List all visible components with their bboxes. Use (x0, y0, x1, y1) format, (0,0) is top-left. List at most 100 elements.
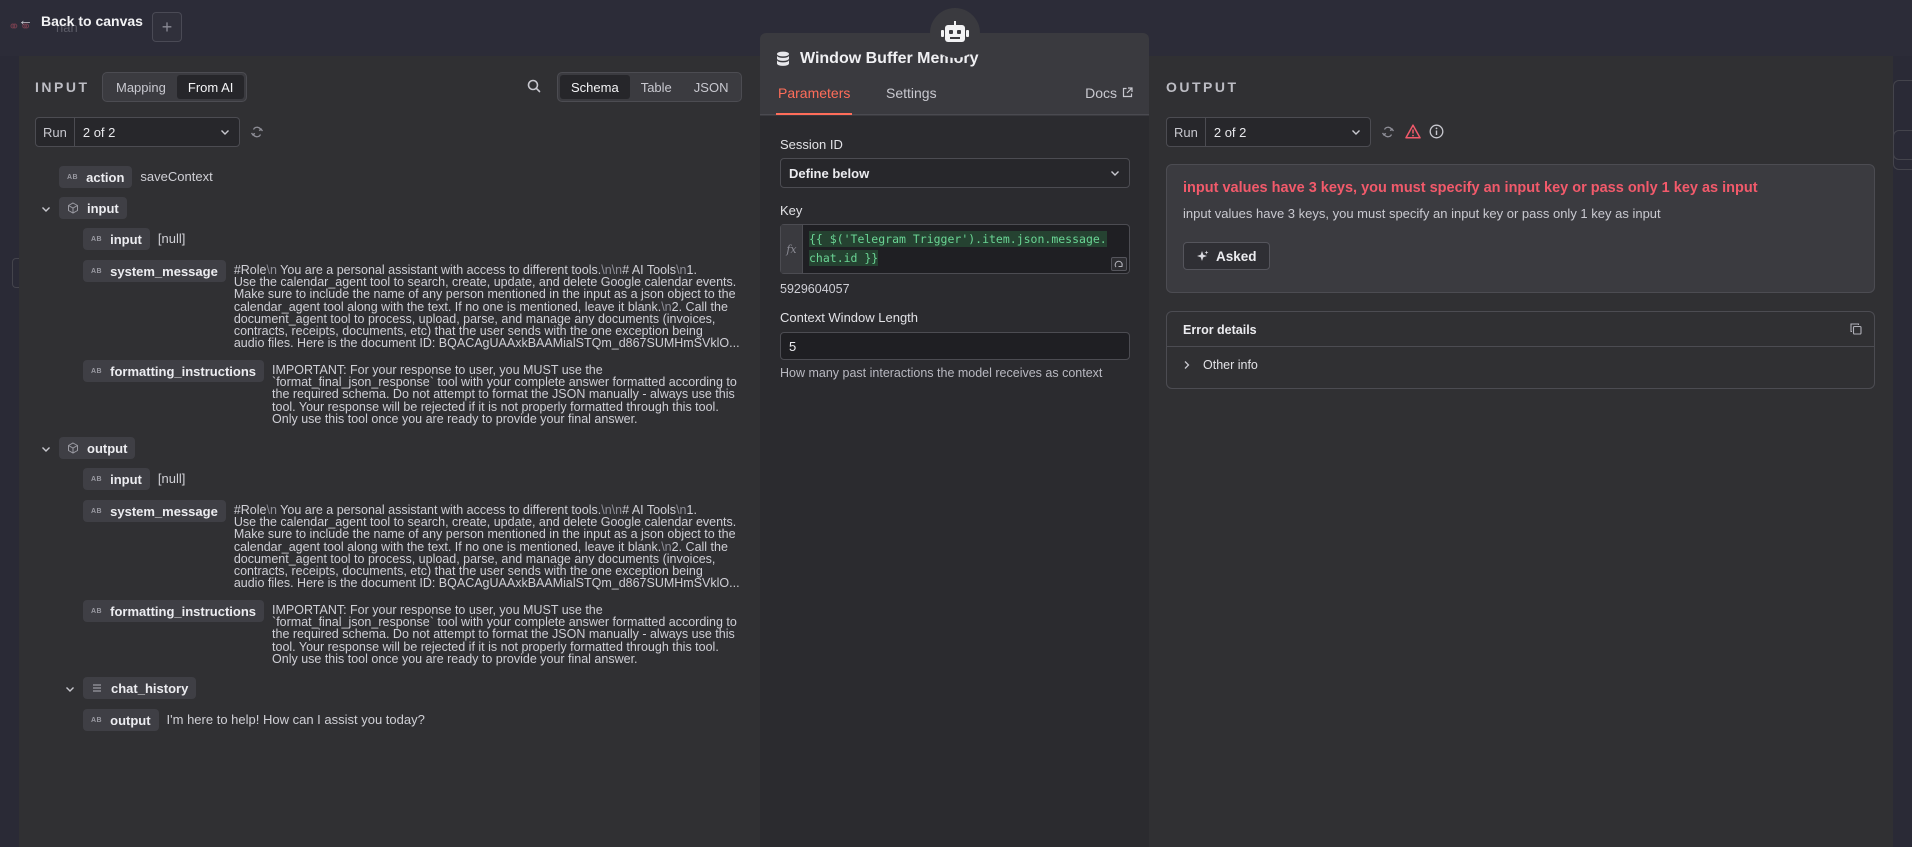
field-key: input (110, 231, 142, 247)
schema-field-formatting-instructions[interactable]: AB formatting_instructions IMPORTANT: For… (83, 360, 737, 425)
schema-field-action[interactable]: AB action saveContext (59, 166, 213, 188)
tab-settings[interactable]: Settings (884, 85, 939, 115)
object-type-icon (68, 202, 78, 214)
back-to-canvas-label: Back to canvas (41, 12, 143, 29)
field-value: IMPORTANT: For your response to user, yo… (272, 603, 737, 666)
search-icon[interactable] (526, 78, 542, 94)
run-value: 2 of 2 (1213, 124, 1247, 140)
schema-field-input[interactable]: AB input [null] (83, 468, 185, 490)
schema-group-output[interactable]: output (59, 437, 136, 459)
group-key: input (87, 200, 119, 216)
context-window-hint: How many past interactions the model rec… (780, 366, 1103, 380)
output-run-selector[interactable]: Run 2 of 2 (1166, 117, 1371, 147)
schema-field-system-message[interactable]: AB system_message #Role\n You are a perso… (83, 500, 740, 591)
run-label: Run (36, 118, 75, 146)
input-panel-title: INPUT (35, 79, 90, 95)
chevron-down-icon (1352, 130, 1360, 135)
run-value: 2 of 2 (82, 124, 116, 140)
database-icon (777, 51, 789, 66)
field-key: formatting_instructions (110, 363, 257, 379)
chevron-down-icon (221, 130, 229, 135)
tab-parameters[interactable]: Parameters (776, 85, 853, 115)
mode-from-ai[interactable]: From AI (176, 75, 245, 99)
expression-line: {{ $('Telegram Trigger').item.json.messa… (809, 231, 1107, 247)
schema-group-chat-history[interactable]: chat_history (83, 677, 197, 699)
fx-icon: fx (781, 225, 803, 273)
error-details-header: Error details (1167, 312, 1874, 347)
string-type-icon: AB (91, 475, 103, 483)
schema-group-input[interactable]: input (59, 197, 127, 219)
other-info-label: Other info (1203, 358, 1258, 372)
string-type-icon: AB (91, 607, 103, 615)
expression-line: chat.id }} (809, 250, 879, 266)
error-details-card: Error details Other info (1166, 311, 1875, 389)
external-link-icon (1122, 87, 1133, 98)
field-key: input (110, 471, 142, 487)
schema-field-formatting-instructions[interactable]: AB formatting_instructions IMPORTANT: For… (83, 600, 737, 665)
input-run-selector[interactable]: Run 2 of 2 (35, 117, 240, 147)
string-type-icon: AB (67, 173, 79, 181)
back-to-canvas-link[interactable]: ← Back to canvas (18, 12, 143, 29)
field-value: I'm here to help! How can I assist you t… (166, 712, 425, 727)
link-runs-icon[interactable] (250, 125, 264, 139)
input-view-toggle: Schema Table JSON (557, 72, 743, 102)
field-value: IMPORTANT: For your response to user, yo… (272, 363, 737, 426)
field-value: [null] (157, 471, 186, 486)
output-panel-title: OUTPUT (1166, 79, 1239, 95)
input-mode-toggle: Mapping From AI (102, 72, 248, 102)
view-json[interactable]: JSON (683, 75, 740, 99)
string-type-icon: AB (91, 235, 103, 243)
node-type-badge (930, 8, 980, 58)
open-expression-editor-button[interactable] (1111, 257, 1127, 271)
schema-field-system-message[interactable]: AB system_message #Role\n You are a perso… (83, 260, 740, 351)
field-value: #Role\n You are a personal assistant wit… (233, 263, 740, 351)
add-node-button[interactable]: + (152, 12, 182, 42)
expand-icon (1114, 260, 1123, 267)
error-title: input values have 3 keys, you must speci… (1183, 180, 1758, 196)
schema-field-output[interactable]: AB output I'm here to help! How can I ass… (83, 709, 425, 731)
chevron-down-icon[interactable] (40, 203, 52, 215)
ask-assistant-button[interactable]: Asked (1183, 242, 1270, 270)
view-table[interactable]: Table (630, 75, 683, 99)
run-label: Run (1167, 118, 1206, 146)
field-value: #Role\n You are a personal assistant wit… (233, 503, 740, 591)
other-info-toggle[interactable]: Other info (1183, 358, 1258, 372)
string-type-icon: AB (91, 367, 103, 375)
key-result-preview: 5929604057 (780, 282, 850, 296)
chevron-right-icon (1184, 361, 1190, 369)
warning-icon (1405, 124, 1421, 139)
input-panel: INPUT Mapping From AI Schema Table JSON … (19, 56, 760, 847)
key-expression-input[interactable]: fx {{ $('Telegram Trigger').item.json.me… (780, 224, 1130, 274)
field-key: output (110, 712, 151, 728)
field-key: system_message (110, 263, 218, 279)
view-schema[interactable]: Schema (560, 75, 630, 99)
copy-icon[interactable] (1850, 323, 1862, 335)
field-value: saveContext (140, 169, 213, 184)
node-tabs: Parameters Settings Docs (760, 85, 1149, 115)
robot-icon (941, 21, 969, 42)
link-runs-icon[interactable] (1381, 125, 1395, 139)
string-type-icon: AB (91, 507, 103, 515)
key-label: Key (780, 203, 803, 218)
mode-mapping[interactable]: Mapping (105, 75, 177, 99)
error-description: input values have 3 keys, you must speci… (1183, 206, 1661, 221)
error-card: input values have 3 keys, you must speci… (1166, 164, 1875, 293)
arrow-left-icon: ← (18, 12, 33, 29)
chevron-down-icon[interactable] (64, 683, 76, 695)
schema-field-input[interactable]: AB input [null] (83, 228, 185, 250)
group-key: output (87, 440, 128, 456)
group-key: chat_history (111, 680, 189, 696)
array-type-icon (93, 684, 101, 692)
field-key: formatting_instructions (110, 603, 257, 619)
session-id-select[interactable]: Define below (780, 158, 1130, 188)
node-parameters-panel: Window Buffer Memory Parameters Settings… (760, 33, 1149, 847)
chevron-down-icon[interactable] (40, 443, 52, 455)
docs-link[interactable]: Docs (1085, 85, 1133, 101)
info-icon[interactable] (1429, 124, 1444, 139)
session-id-value: Define below (789, 165, 870, 181)
field-key: action (86, 169, 125, 185)
object-type-icon (68, 442, 78, 454)
chevron-down-icon (1111, 171, 1119, 176)
context-window-input[interactable]: 5 (780, 332, 1130, 360)
session-id-label: Session ID (780, 137, 843, 152)
